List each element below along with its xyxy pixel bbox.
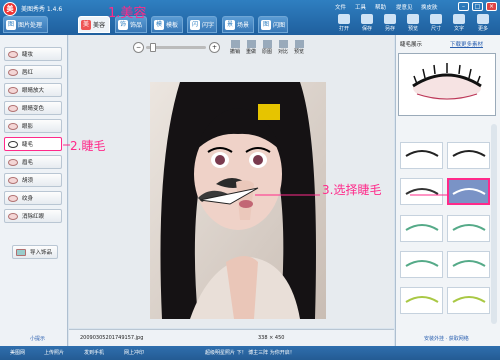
left-item-tattoo[interactable]: 纹身	[4, 191, 62, 205]
annotation-step-2: 2.睫毛	[70, 139, 106, 153]
size-button[interactable]: 尺寸	[425, 14, 447, 34]
scene-icon: 景	[225, 19, 235, 30]
save-as-button[interactable]: 另存	[379, 14, 401, 34]
save-as-icon	[384, 14, 396, 24]
tattoo-icon	[8, 194, 18, 202]
upload-photo-link[interactable]: 上传照片	[44, 349, 64, 356]
tab-templates[interactable]: 模模板	[151, 16, 183, 33]
original-button[interactable]: 原图	[260, 40, 274, 58]
meitu-site-link[interactable]: 美图网	[10, 349, 25, 356]
menu-skin[interactable]: 换皮肤	[421, 3, 438, 11]
zoom-slider-handle[interactable]	[150, 43, 156, 52]
close-icon[interactable]: ×	[486, 2, 497, 11]
download-more-link[interactable]: 下载更多素材	[450, 40, 483, 48]
redo-button[interactable]: 重做	[244, 40, 258, 58]
left-item-eyebrows[interactable]: 眉毛	[4, 155, 62, 169]
eye-makeup-icon	[8, 50, 18, 58]
photo-canvas[interactable]	[150, 82, 326, 319]
tips-link[interactable]: 小提示	[30, 335, 45, 342]
canvas-preview-icon	[294, 40, 304, 48]
maximize-icon[interactable]: □	[472, 2, 483, 11]
save-button[interactable]: 保存	[356, 14, 378, 34]
template-icon: 模	[154, 19, 164, 30]
accessory-icon: 饰	[118, 19, 128, 30]
right-panel-header: 睫毛展示	[400, 42, 423, 48]
folder-icon	[338, 14, 350, 24]
tab-image-processing[interactable]: 图图片处理	[3, 16, 48, 33]
annotation-step-3: 3.选择睫毛	[322, 183, 382, 197]
import-accessory-button[interactable]: 导入饰品	[12, 245, 58, 259]
eye-color-icon	[8, 104, 18, 112]
left-item-eye-color[interactable]: 眼睛变色	[4, 101, 62, 115]
promo-text: 超级明星照片 下！ 博主三阵 为你开启！	[205, 350, 295, 356]
eyelash-icon	[8, 140, 18, 148]
right-scrollbar[interactable]	[491, 124, 497, 324]
redo-icon	[246, 40, 256, 48]
menu-file[interactable]: 文件	[335, 3, 346, 11]
left-item-eye-enlarge[interactable]: 眼睛放大	[4, 83, 62, 97]
zoom-in-icon[interactable]: +	[209, 42, 220, 53]
undo-button[interactable]: 撤销	[228, 40, 242, 58]
left-item-beard[interactable]: 胡须	[4, 173, 62, 187]
menu-feedback[interactable]: 提意见	[396, 3, 413, 11]
annotation-step-1: 1.美容	[108, 6, 147, 21]
save-icon	[361, 14, 373, 24]
eyelash-thumbnails	[405, 150, 486, 303]
text-icon	[453, 14, 465, 24]
text-button[interactable]: 文字	[448, 14, 470, 34]
preview-icon	[407, 14, 419, 24]
left-item-red-eye[interactable]: 消除红眼	[4, 209, 62, 223]
beauty-icon: 美	[81, 19, 91, 30]
resize-icon	[430, 14, 442, 24]
status-dimensions: 338 × 450	[258, 335, 285, 341]
eyelash-preview-image	[412, 63, 482, 100]
send-to-phone-link[interactable]: 发到手机	[84, 349, 104, 356]
lips-icon	[8, 68, 18, 76]
app-logo-icon: 美	[3, 2, 17, 16]
tab-flash-text[interactable]: 闪闪字	[187, 16, 217, 33]
portrait-photo	[150, 82, 326, 319]
more-button[interactable]: 更多	[472, 14, 494, 34]
preview-button[interactable]: 预览	[402, 14, 424, 34]
import-icon	[16, 248, 26, 256]
red-eye-icon	[8, 212, 18, 220]
beard-icon	[8, 176, 18, 184]
original-icon	[262, 40, 272, 48]
open-button[interactable]: 打开	[333, 14, 355, 34]
left-item-makeup[interactable]: 睫妆	[4, 47, 62, 61]
compare-button[interactable]: 对比	[276, 40, 290, 58]
status-filename: 20090305201749157.jpg	[80, 335, 144, 341]
compare-icon	[278, 40, 288, 48]
eye-icon	[8, 86, 18, 94]
tab-scenes[interactable]: 景场景	[222, 16, 254, 33]
eyeshadow-icon	[8, 122, 18, 130]
left-item-eyelashes[interactable]: 睫毛	[4, 137, 62, 151]
left-item-eyeshadow[interactable]: 眼影	[4, 119, 62, 133]
zoom-out-icon[interactable]: −	[133, 42, 144, 53]
eyebrow-icon	[8, 158, 18, 166]
image-icon: 图	[6, 19, 16, 30]
install-plugin-link[interactable]: 安装外挂 · 获取网络	[424, 335, 469, 342]
online-print-link[interactable]: 网上冲印	[124, 349, 144, 356]
flash-text-icon: 闪	[190, 19, 200, 30]
left-item-lipstick[interactable]: 唇红	[4, 65, 62, 79]
undo-icon	[230, 40, 240, 48]
tab-beauty[interactable]: 美美容	[78, 16, 110, 33]
tab-flash-image[interactable]: 图闪图	[258, 16, 288, 33]
app-title: 美图秀秀 1.4.6	[21, 6, 63, 13]
menu-help[interactable]: 帮助	[375, 3, 386, 11]
canvas-preview-button[interactable]: 预览	[292, 40, 306, 58]
eyelash-preview	[398, 53, 496, 116]
flash-image-icon: 图	[261, 19, 271, 30]
menu-tools[interactable]: 工具	[355, 3, 366, 11]
more-icon	[477, 14, 489, 24]
minimize-icon[interactable]: –	[458, 2, 469, 11]
